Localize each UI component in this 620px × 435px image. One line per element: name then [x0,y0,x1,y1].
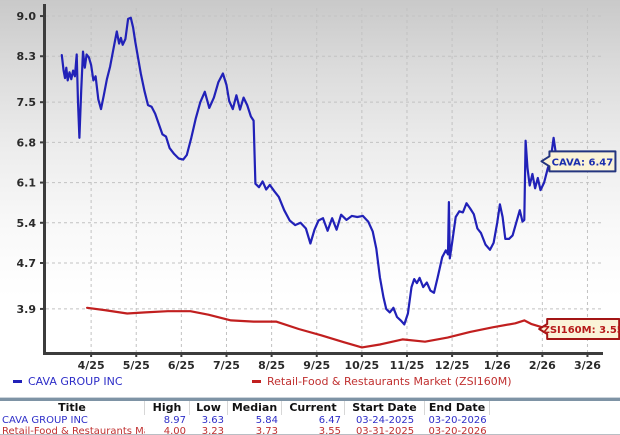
y-axis-label: 5.4 [17,217,37,230]
market-end-date: 03-20-2026 [425,426,490,435]
table-row-cava: CAVA GROUP INC 8.97 3.63 5.84 6.47 03-24… [0,415,620,426]
price-chart-page: 9.0 8.3 7.5 6.8 6.1 5.4 4.7 3.9 4/25 5/25 6/25 7/25… [0,0,620,435]
chart-legend: CAVA GROUP INC Retail-Food & Restaurants… [0,372,620,397]
x-axis-label: 9/25 [303,359,330,372]
y-axis-label: 3.9 [17,303,37,316]
x-axis-label: 3/26 [574,359,601,372]
market-high: 4.00 [145,426,190,435]
cava-end-date: 03-20-2026 [425,415,490,426]
chart-area: 9.0 8.3 7.5 6.8 6.1 5.4 4.7 3.9 4/25 5/25 6/25 7/25… [0,0,620,372]
market-price-line [87,308,560,348]
y-axis-label: 6.8 [17,136,37,149]
y-axis-label: 7.5 [17,96,37,109]
x-axis-label: 8/25 [258,359,285,372]
cava-legend-label: CAVA GROUP INC [28,375,123,388]
cava-title: CAVA GROUP INC [0,415,145,426]
col-header-current: Current [282,401,345,415]
market-current: 3.55 [282,426,345,435]
cava-legend-item: CAVA GROUP INC [13,375,123,388]
x-axis-label: 10/25 [345,359,380,372]
market-low: 3.23 [190,426,228,435]
callout-label: CAVA: 6.47 [552,157,614,168]
x-axis-label: 2/26 [529,359,556,372]
market-median: 3.73 [228,426,282,435]
x-axis-label: 7/25 [213,359,240,372]
cava-start-date: 03-24-2025 [345,415,425,426]
x-axis-label: 12/25 [435,359,470,372]
col-header-title: Title [0,401,145,415]
market-legend-line-icon [252,380,261,383]
col-header-low: Low [190,401,228,415]
cava-low: 3.63 [190,415,228,426]
table-row-market: Retail-Food & Restaurants Market (ZSI160… [0,426,620,435]
y-axis-label: 9.0 [17,10,37,23]
cava-high: 8.97 [145,415,190,426]
callout-label: ZSI160M: 3.55 [543,325,620,336]
col-header-end-date: End Date [425,401,490,415]
market-start-date: 03-31-2025 [345,426,425,435]
x-axis-label: 11/25 [390,359,425,372]
cava-current: 6.47 [282,415,345,426]
price-chart-svg: 9.0 8.3 7.5 6.8 6.1 5.4 4.7 3.9 4/25 5/25 6/25 7/25… [0,0,620,372]
y-axis-label: 6.1 [17,177,37,190]
cava-median: 5.84 [228,415,282,426]
x-axis-label: 1/26 [484,359,511,372]
price-table: Title High Low Median Current Start Date… [0,401,620,435]
table-header-row: Title High Low Median Current Start Date… [0,401,620,415]
x-axis-label: 6/25 [168,359,195,372]
market-legend-label: Retail-Food & Restaurants Market (ZSI160… [267,375,512,388]
y-axis-label: 4.7 [17,257,37,270]
market-title-link[interactable]: Retail-Food & Restaurants Market (ZSI160… [0,426,145,435]
y-axis-label: 8.3 [17,50,37,63]
market-legend-item: Retail-Food & Restaurants Market (ZSI160… [252,375,512,388]
col-header-median: Median [228,401,282,415]
col-header-start-date: Start Date [345,401,425,415]
x-axis-label: 4/25 [78,359,105,372]
x-axis-label: 5/25 [123,359,150,372]
col-header-high: High [145,401,190,415]
cava-legend-line-icon [13,380,22,383]
